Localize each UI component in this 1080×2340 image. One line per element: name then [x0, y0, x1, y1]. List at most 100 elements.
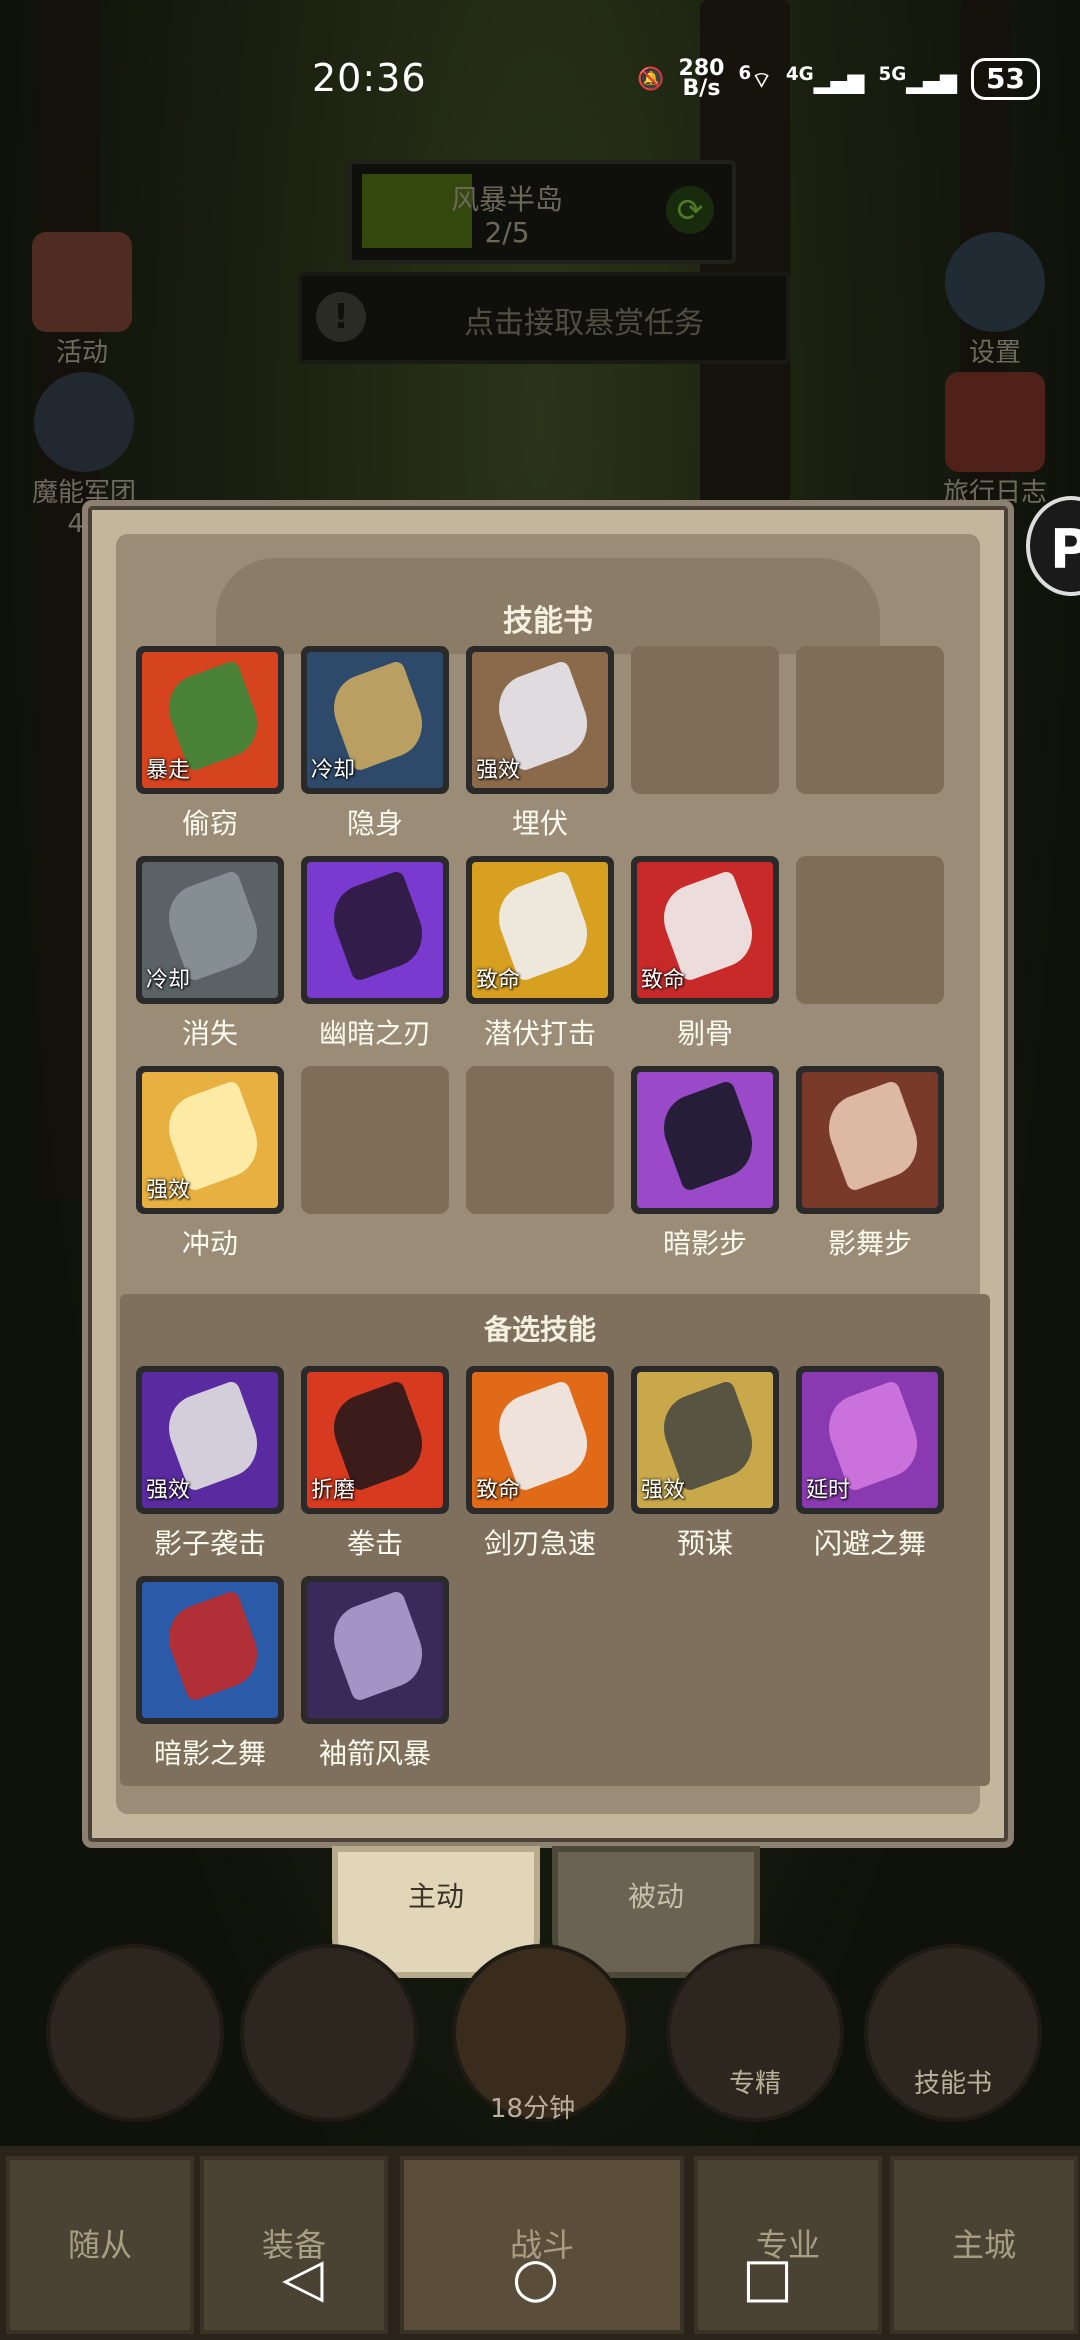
skill-slot[interactable]: 暗影步 — [631, 1066, 779, 1262]
skill-tag: 强效 — [146, 1178, 191, 1203]
skill-slot[interactable]: 延时 闪避之舞 — [796, 1366, 944, 1562]
sleeve-arrow-storm-icon — [307, 1582, 443, 1718]
chest-timer: 18分钟 — [490, 2094, 576, 2124]
skill-name: 闪避之舞 — [813, 1527, 926, 1560]
alternate-skills-title: 备选技能 — [483, 1313, 596, 1346]
skill-frame — [796, 1066, 944, 1214]
skill-name: 冲动 — [181, 1227, 238, 1260]
skill-frame: 强效 — [136, 1066, 284, 1214]
skill-frame: 强效 — [631, 1366, 779, 1514]
nav-followers[interactable]: 随从 — [6, 2156, 194, 2334]
skill-tag: 暴走 — [146, 758, 191, 783]
wifi-icon: 6⌔ — [738, 63, 772, 94]
potion-button[interactable] — [46, 1944, 224, 2122]
spec-button[interactable]: 专精 — [666, 1944, 844, 2122]
skill-name: 影舞步 — [827, 1227, 912, 1260]
lurk-strike-icon: 致命 — [472, 862, 608, 998]
battery-indicator: 53 — [971, 58, 1040, 100]
skill-slot[interactable]: 致命 剑刃急速 — [466, 1366, 614, 1562]
nav-main-city[interactable]: 主城 — [890, 2156, 1078, 2334]
skill-frame: 致命 — [466, 856, 614, 1004]
food-button[interactable] — [240, 1944, 418, 2122]
skill-slot[interactable]: 幽暗之刃 — [301, 856, 449, 1052]
skill-frame — [301, 856, 449, 1004]
skill-frame: 致命 — [466, 1366, 614, 1514]
skill-tag: 强效 — [641, 1478, 686, 1503]
skill-art-shape — [159, 1589, 267, 1703]
skill-slot[interactable]: 影舞步 — [796, 1066, 944, 1262]
skill-frame: 致命 — [631, 856, 779, 1004]
status-bar: 20:36 🔕 280 B/s 6⌔ 4G▂▄▆ 5G▂▄▆ 53 — [0, 40, 1080, 120]
shadow-blade-icon — [307, 862, 443, 998]
blade-rush-icon: 致命 — [472, 1372, 608, 1508]
skillbook-button[interactable]: 技能书 — [864, 1944, 1042, 2122]
skill-frame — [796, 856, 944, 1004]
empty-skill-slot[interactable] — [301, 1066, 449, 1214]
skill-slot[interactable]: 暗影之舞 — [136, 1576, 284, 1772]
skill-frame: 折磨 — [301, 1366, 449, 1514]
flower-steal-icon: 暴走 — [142, 652, 278, 788]
skill-name: 拳击 — [346, 1527, 403, 1560]
skill-frame: 暴走 — [136, 646, 284, 794]
skill-slot[interactable]: 折磨拳击 — [301, 1366, 449, 1562]
panel-title: 技能书 — [503, 604, 593, 639]
skill-art-shape — [324, 869, 432, 983]
skill-name: 暗影步 — [662, 1227, 747, 1260]
skill-frame: 延时 — [796, 1366, 944, 1514]
mute-bell-icon: 🔕 — [637, 66, 665, 92]
skill-art-shape — [324, 1589, 432, 1703]
skill-tag: 冷却 — [311, 758, 356, 783]
skill-slot[interactable]: 冷却 消失 — [136, 856, 284, 1052]
premeditation-face-icon: 强效 — [637, 1372, 773, 1508]
skill-name: 隐身 — [346, 807, 403, 840]
empty-skill-slot[interactable] — [631, 646, 779, 794]
impulse-swirl-icon: 强效 — [142, 1072, 278, 1208]
skill-name: 暗影之舞 — [153, 1737, 266, 1770]
skill-name: 剔骨 — [676, 1017, 733, 1050]
hooded-figure-icon: 冷却 — [307, 652, 443, 788]
skill-slot[interactable]: 强效影子袭击 — [136, 1366, 284, 1562]
skill-name: 影子袭击 — [153, 1527, 266, 1560]
ambush-dagger-icon: 强效 — [472, 652, 608, 788]
evasion-dance-icon: 延时 — [802, 1372, 938, 1508]
empty-skill-slot[interactable] — [796, 856, 944, 1004]
skill-slot[interactable]: 致命 剔骨 — [631, 856, 779, 1052]
skill-frame: 冷却 — [136, 856, 284, 1004]
skill-name: 埋伏 — [511, 807, 568, 840]
skill-name: 消失 — [181, 1017, 238, 1050]
skill-name: 偷窃 — [181, 807, 238, 840]
skill-slot[interactable]: 致命 潜伏打击 — [466, 856, 614, 1052]
punch-icon: 折磨 — [307, 1372, 443, 1508]
skill-tag: 折磨 — [311, 1478, 356, 1503]
status-icons: 🔕 280 B/s 6⌔ 4G▂▄▆ 5G▂▄▆ 53 — [637, 58, 1040, 100]
skill-slot[interactable]: 暴走偷窃 — [136, 646, 284, 842]
skill-tag: 强效 — [146, 1478, 191, 1503]
net-speed: 280 B/s — [678, 56, 725, 101]
empty-skill-slot[interactable] — [466, 1066, 614, 1214]
skill-frame — [631, 1066, 779, 1214]
skill-slot[interactable]: 袖箭风暴 — [301, 1576, 449, 1772]
skill-frame — [301, 1066, 449, 1214]
signal-4g-icon: 4G▂▄▆ — [785, 63, 865, 95]
clock: 20:36 — [312, 56, 427, 100]
shadow-step-icon — [637, 1072, 773, 1208]
skill-name: 袖箭风暴 — [318, 1737, 431, 1770]
back-icon[interactable]: ◁ — [282, 2246, 324, 2309]
home-icon[interactable]: ○ — [512, 2246, 559, 2309]
panel-header: 技能书 — [216, 558, 880, 654]
skill-name: 预谋 — [676, 1527, 733, 1560]
skill-frame — [466, 1066, 614, 1214]
skill-slot[interactable]: 强效冲动 — [136, 1066, 284, 1262]
skill-frame: 冷却 — [301, 646, 449, 794]
empty-skill-slot[interactable] — [796, 646, 944, 794]
skill-frame — [796, 646, 944, 794]
shadow-dance-step-icon — [802, 1072, 938, 1208]
skill-art-shape — [819, 1079, 927, 1193]
skill-slot[interactable]: 强效预谋 — [631, 1366, 779, 1562]
skill-art-shape — [654, 1079, 762, 1193]
skill-slot[interactable]: 冷却隐身 — [301, 646, 449, 842]
spec-label: 专精 — [728, 2069, 781, 2099]
recents-icon[interactable]: □ — [742, 2246, 793, 2309]
skill-slot[interactable]: 强效 埋伏 — [466, 646, 614, 842]
skillbook-label: 技能书 — [913, 2069, 992, 2099]
